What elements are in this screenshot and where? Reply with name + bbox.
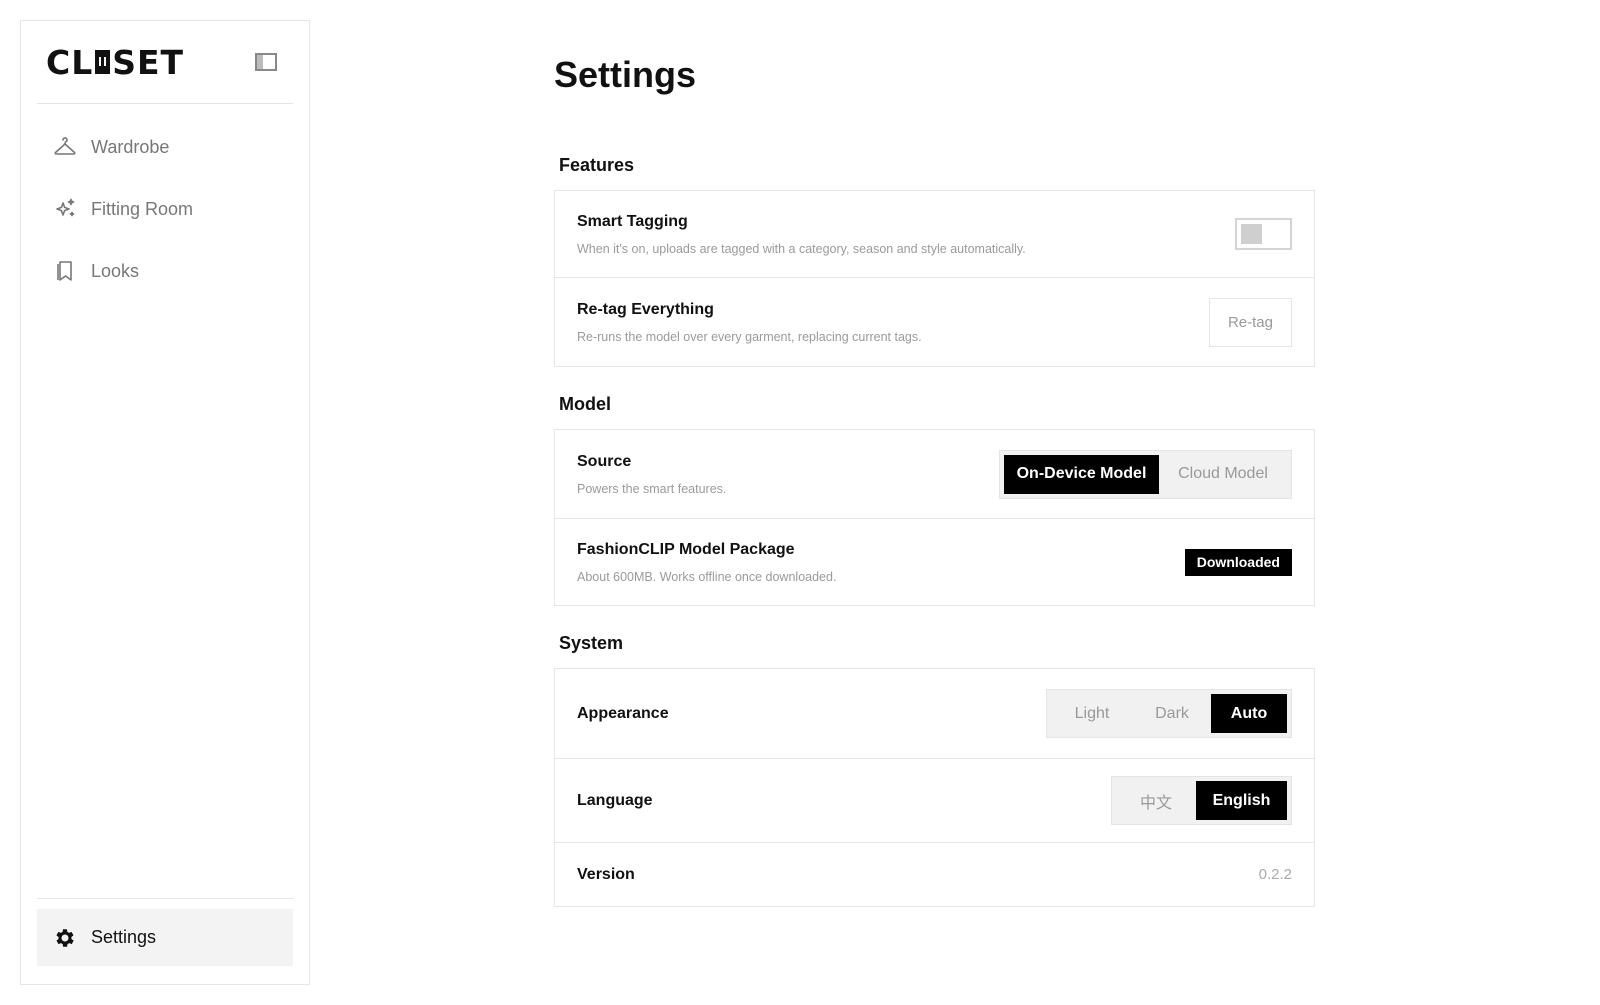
sidebar-item-looks[interactable]: Looks xyxy=(37,240,293,302)
sidebar-item-label: Wardrobe xyxy=(91,136,170,157)
appearance-title: Appearance xyxy=(577,704,669,722)
source-row: Source Powers the smart features. On-Dev… xyxy=(555,430,1314,519)
bookmark-icon xyxy=(57,261,72,281)
source-segmented-control: On-Device Model Cloud Model xyxy=(999,449,1292,499)
appearance-option-dark[interactable]: Dark xyxy=(1133,694,1211,733)
system-card: Appearance Light Dark Auto Language 中文 E… xyxy=(554,668,1315,907)
toggle-knob xyxy=(1241,224,1262,244)
language-option-english[interactable]: English xyxy=(1196,781,1287,820)
sidebar-item-label: Settings xyxy=(91,927,157,947)
logo-text-end: SET xyxy=(112,42,185,82)
section-label-system: System xyxy=(559,633,624,653)
smart-tagging-description: When it's on, uploads are tagged with a … xyxy=(577,241,1026,256)
language-title: Language xyxy=(577,791,653,809)
retag-description: Re-runs the model over every garment, re… xyxy=(577,329,922,344)
model-card: Source Powers the smart features. On-Dev… xyxy=(554,429,1315,606)
closet-logo[interactable]: CL SET xyxy=(46,43,184,82)
sidebar-item-fitting-room[interactable]: Fitting Room xyxy=(37,178,293,240)
language-segmented-control: 中文 English xyxy=(1111,776,1292,825)
sidebar-item-settings[interactable]: Settings xyxy=(37,909,293,966)
wardrobe-door-icon xyxy=(95,50,111,74)
model-package-row: FashionCLIP Model Package About 600MB. W… xyxy=(555,519,1314,605)
retag-row: Re-tag Everything Re-runs the model over… xyxy=(555,278,1314,366)
retag-title: Re-tag Everything xyxy=(577,300,714,318)
appearance-option-auto[interactable]: Auto xyxy=(1211,694,1287,733)
hanger-icon xyxy=(54,137,76,155)
appearance-option-light[interactable]: Light xyxy=(1051,694,1133,733)
source-option-cloud[interactable]: Cloud Model xyxy=(1159,455,1287,494)
downloaded-status-badge: Downloaded xyxy=(1184,548,1292,576)
language-row: Language 中文 English xyxy=(555,759,1314,843)
section-label-features: Features xyxy=(559,155,635,175)
appearance-row: Appearance Light Dark Auto xyxy=(555,669,1314,759)
sidebar-item-wardrobe[interactable]: Wardrobe xyxy=(37,116,293,178)
sidebar-header: CL SET xyxy=(37,21,293,104)
model-package-description: About 600MB. Works offline once download… xyxy=(577,569,837,584)
source-option-on-device[interactable]: On-Device Model xyxy=(1004,454,1159,494)
sidebar-nav: Wardrobe Fitting Room Looks xyxy=(37,104,293,898)
source-description: Powers the smart features. xyxy=(577,481,727,496)
section-label-model: Model xyxy=(559,394,611,414)
sidebar-item-label: Fitting Room xyxy=(91,198,194,219)
page-title: Settings xyxy=(554,54,697,95)
sidebar-item-label: Looks xyxy=(91,260,140,281)
model-package-title: FashionCLIP Model Package xyxy=(577,540,795,558)
version-row: Version 0.2.2 xyxy=(555,843,1314,906)
sidebar-footer: Settings xyxy=(37,898,293,984)
version-value: 0.2.2 xyxy=(1258,866,1292,883)
language-option-chinese[interactable]: 中文 xyxy=(1116,781,1196,820)
sidebar: CL SET Wardrobe Fitting Room Looks Setti… xyxy=(20,20,310,985)
smart-tagging-toggle[interactable] xyxy=(1235,218,1292,250)
appearance-segmented-control: Light Dark Auto xyxy=(1046,689,1292,738)
logo-text-start: CL xyxy=(46,42,94,82)
features-card: Smart Tagging When it's on, uploads are … xyxy=(554,190,1315,367)
sidebar-collapse-icon[interactable] xyxy=(255,53,277,71)
sparkle-icon xyxy=(56,198,75,217)
retag-button[interactable]: Re-tag xyxy=(1208,297,1292,347)
smart-tagging-row: Smart Tagging When it's on, uploads are … xyxy=(555,191,1314,278)
version-title: Version xyxy=(577,865,635,883)
smart-tagging-title: Smart Tagging xyxy=(577,212,688,230)
gear-icon xyxy=(56,928,74,947)
source-title: Source xyxy=(577,452,632,470)
